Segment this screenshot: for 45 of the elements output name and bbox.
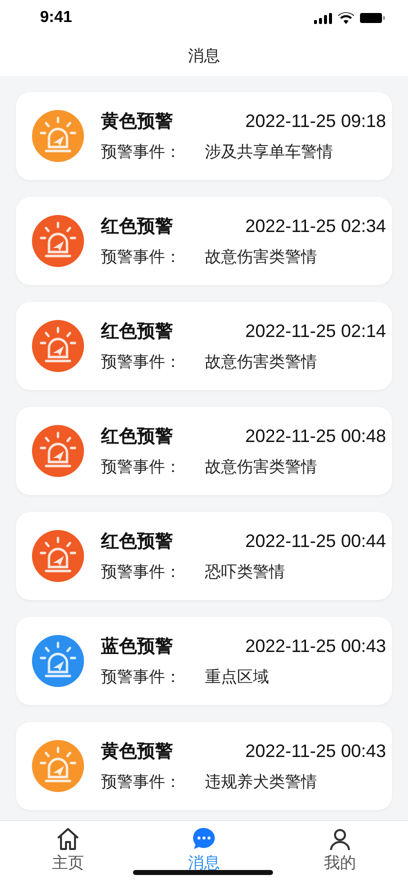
event-text: 恐吓类警情: [205, 562, 285, 583]
home-icon: [55, 827, 81, 851]
status-time: 9:41: [40, 9, 72, 27]
message-card[interactable]: 红色预警 2022-11-25 02:34 预警事件： 故意伤害类警情: [16, 197, 392, 285]
event-label: 预警事件：: [101, 352, 181, 373]
alert-level-title: 红色预警: [101, 425, 173, 448]
message-time: 2022-11-25 00:43: [245, 740, 386, 762]
event-text: 重点区域: [205, 667, 269, 688]
event-label: 预警事件：: [101, 247, 181, 268]
event-label: 预警事件：: [101, 457, 181, 478]
message-card[interactable]: 红色预警 2022-11-25 00:48 预警事件： 故意伤害类警情: [16, 407, 392, 495]
message-card[interactable]: 红色预警 2022-11-25 02:14 预警事件： 故意伤害类警情: [16, 302, 392, 390]
page-title: 消息: [188, 46, 220, 66]
message-card[interactable]: 黄色预警 2022-11-25 09:18 预警事件： 涉及共享单车警情: [16, 92, 392, 180]
alert-level-title: 红色预警: [101, 530, 173, 553]
event-label: 预警事件：: [101, 142, 181, 163]
message-card[interactable]: 蓝色预警 2022-11-25 00:43 预警事件： 重点区域: [16, 617, 392, 705]
signal-icon: [314, 12, 332, 24]
person-icon: [328, 827, 352, 851]
tab[interactable]: 主页: [52, 827, 84, 874]
alert-level-title: 黄色预警: [101, 110, 173, 133]
message-time: 2022-11-25 02:34: [245, 216, 386, 236]
message-time: 2022-11-25 00:48: [245, 426, 386, 446]
alert-level-title: 红色预警: [101, 320, 173, 343]
event-label: 预警事件：: [101, 562, 181, 583]
tab[interactable]: 我的: [324, 827, 356, 874]
event-text: 故意伤害类警情: [205, 352, 317, 373]
chat-icon: [192, 827, 216, 851]
event-text: 涉及共享单车警情: [205, 142, 333, 163]
message-time: 2022-11-25 09:18: [245, 110, 386, 132]
message-card[interactable]: 黄色预警 2022-11-25 00:43 预警事件： 违规养犬类警情: [16, 722, 392, 810]
alert-level-title: 黄色预警: [101, 740, 173, 763]
alert-level-title: 红色预警: [101, 215, 173, 238]
battery-icon: [360, 12, 386, 24]
event-text: 故意伤害类警情: [205, 457, 317, 478]
wifi-icon: [338, 12, 354, 24]
message-time: 2022-11-25 02:14: [245, 320, 386, 342]
event-label: 预警事件：: [101, 772, 181, 793]
event-text: 故意伤害类警情: [205, 247, 317, 268]
event-text: 违规养犬类警情: [205, 772, 317, 793]
message-card[interactable]: 红色预警 2022-11-25 00:44 预警事件： 恐吓类警情: [16, 512, 392, 600]
event-label: 预警事件：: [101, 667, 181, 688]
message-time: 2022-11-25 00:43: [245, 636, 386, 656]
message-time: 2022-11-25 00:44: [245, 530, 386, 552]
alert-level-title: 蓝色预警: [101, 635, 173, 658]
